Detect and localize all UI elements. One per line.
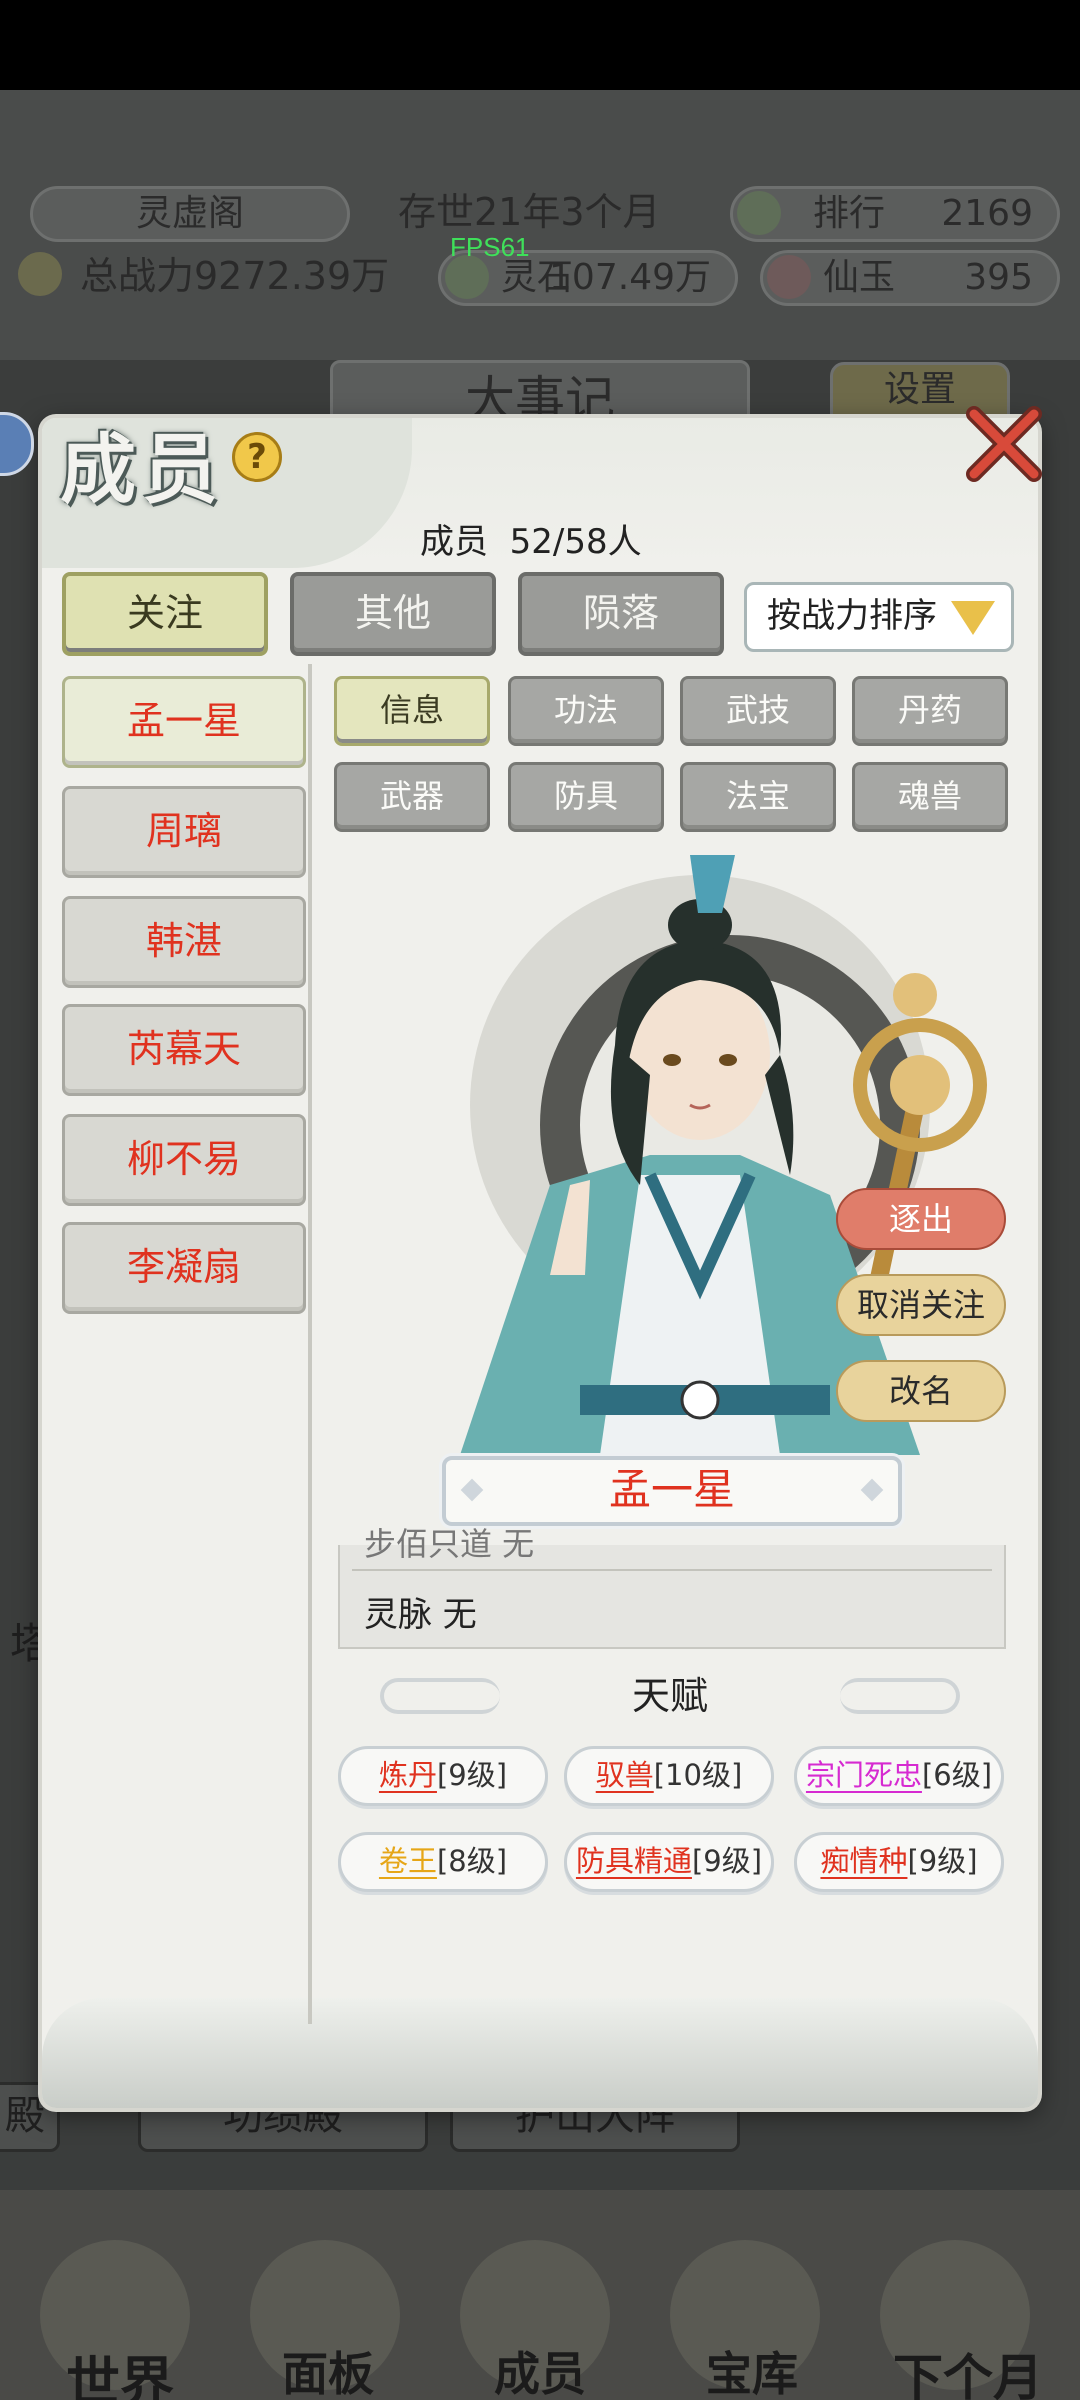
spirit-vein-line: 灵脉 无 — [364, 1595, 477, 1635]
diamond-ornament-icon — [860, 1478, 884, 1502]
game-header: 灵虚阁 存世21年3个月 排行 2169 总战力9272.39万 灵石 107.… — [0, 90, 1080, 360]
talent-level: [9级] — [691, 1844, 763, 1878]
nav-members[interactable]: 成员 — [440, 2338, 640, 2400]
talent-badge[interactable]: 防具精通[9级] — [564, 1832, 774, 1892]
list-item[interactable]: 孟一星 — [62, 676, 306, 768]
power-icon — [18, 252, 62, 296]
list-item[interactable]: 李凝扇 — [62, 1222, 306, 1314]
list-item[interactable]: 韩湛 — [62, 896, 306, 988]
talent-badge[interactable]: 痴情种[9级] — [794, 1832, 1004, 1892]
subtab-weapons[interactable]: 武器 — [334, 762, 490, 832]
subtab-pills[interactable]: 丹药 — [852, 676, 1008, 746]
talent-name: 防具精通 — [575, 1844, 692, 1878]
subtab-techniques[interactable]: 功法 — [508, 676, 664, 746]
talent-badge[interactable]: 宗门死忠[6级] — [794, 1746, 1004, 1806]
nav-panel[interactable]: 面板 — [228, 2338, 428, 2400]
talent-badge[interactable]: 炼丹[9级] — [338, 1746, 548, 1806]
dialog-bottom-deco — [42, 1998, 1038, 2108]
tab-others[interactable]: 其他 — [290, 572, 496, 656]
subtab-armor[interactable]: 防具 — [508, 762, 664, 832]
talent-level: [10级] — [653, 1758, 743, 1792]
info-partial-line: 步佰只道 无 — [364, 1525, 535, 1563]
total-power: 总战力9272.39万 — [80, 254, 390, 298]
talent-level: [8级] — [436, 1844, 508, 1878]
rank-value: 2169 — [941, 193, 1033, 234]
expel-button[interactable]: 逐出 — [836, 1188, 1006, 1250]
partial-hall-label: 殿 — [5, 2093, 45, 2139]
list-item[interactable]: 柳不易 — [62, 1114, 306, 1206]
jade-label: 仙玉 — [823, 257, 896, 298]
nav-world[interactable]: 世界 — [20, 2338, 220, 2400]
sort-label: 按战力排序 — [767, 596, 937, 636]
talent-title: 天赋 — [631, 1674, 708, 1718]
member-list: 孟一星 周璃 韩湛 芮幕天 柳不易 李凝扇 — [62, 664, 310, 2014]
member-name: 孟一星 — [608, 1465, 735, 1514]
rename-button[interactable]: 改名 — [836, 1360, 1006, 1422]
list-item[interactable]: 周璃 — [62, 786, 306, 878]
gourd-icon — [737, 191, 781, 235]
right-scroll-ornament — [840, 1678, 960, 1714]
member-count: 成员 52/58人 — [420, 522, 642, 562]
dropdown-triangle-icon — [951, 601, 995, 635]
unfollow-button[interactable]: 取消关注 — [836, 1274, 1006, 1336]
rank-pill: 排行 2169 — [730, 186, 1060, 242]
settings-label: 设置 — [883, 369, 956, 410]
talent-name: 驭兽 — [595, 1758, 654, 1792]
sect-name: 灵虚阁 — [135, 193, 244, 234]
talent-level: [9级] — [436, 1758, 508, 1792]
talent-name: 卷王 — [378, 1844, 437, 1878]
rank-label: 排行 — [813, 193, 886, 234]
talent-name: 宗门死忠 — [805, 1758, 922, 1792]
info-separator — [352, 1569, 992, 1571]
talent-level: [6级] — [921, 1758, 993, 1792]
help-icon[interactable]: ? — [232, 432, 282, 482]
subtab-martial-skills[interactable]: 武技 — [680, 676, 836, 746]
member-name-plate: 孟一星 — [442, 1456, 902, 1526]
sort-dropdown[interactable]: 按战力排序 — [744, 582, 1014, 652]
spirit-stone-value: 107.49万 — [549, 257, 711, 298]
diamond-ornament-icon — [460, 1478, 484, 1502]
jade-pill: 仙玉 395 — [760, 250, 1060, 306]
jade-icon — [767, 255, 811, 299]
member-info-box: 步佰只道 无 灵脉 无 — [338, 1525, 1006, 1649]
list-item[interactable]: 芮幕天 — [62, 1004, 306, 1096]
talent-header: 天赋 — [380, 1666, 960, 1726]
talent-name: 炼丹 — [378, 1758, 437, 1792]
talent-level: [9级] — [907, 1844, 978, 1878]
jade-value: 395 — [964, 257, 1033, 298]
status-bar — [0, 0, 1080, 90]
close-icon[interactable] — [960, 400, 1048, 488]
subtab-soul-beasts[interactable]: 魂兽 — [852, 762, 1008, 832]
nav-next-month[interactable]: 下个月 — [868, 2338, 1068, 2400]
tab-fallen[interactable]: 陨落 — [518, 572, 724, 656]
subtab-artifacts[interactable]: 法宝 — [680, 762, 836, 832]
dialog-title: 成员 — [60, 425, 224, 514]
subtab-info[interactable]: 信息 — [334, 676, 490, 746]
fps-counter: FPS61 — [450, 232, 530, 262]
talent-badge[interactable]: 驭兽[10级] — [564, 1746, 774, 1806]
sect-name-pill: 灵虚阁 — [30, 186, 350, 242]
talent-name: 痴情种 — [820, 1844, 908, 1878]
tab-followed[interactable]: 关注 — [62, 572, 268, 656]
list-divider — [308, 664, 312, 2024]
talent-badge[interactable]: 卷王[8级] — [338, 1832, 548, 1892]
nav-treasury[interactable]: 宝库 — [652, 2338, 852, 2400]
left-scroll-ornament — [380, 1678, 500, 1714]
